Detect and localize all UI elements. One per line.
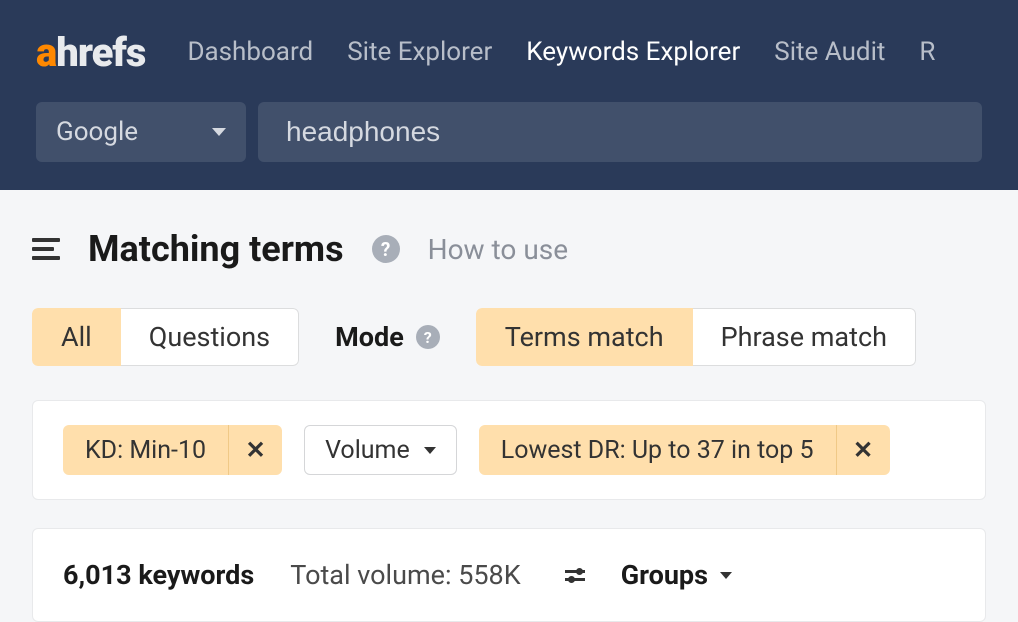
total-volume: Total volume: 558K	[290, 559, 520, 591]
title-row: Matching terms ? How to use	[32, 228, 986, 270]
filter-dr-remove[interactable]: ✕	[836, 425, 890, 475]
groups-label: Groups	[621, 559, 708, 591]
mode-segment: Terms match Phrase match	[476, 308, 916, 366]
filter-kd-remove[interactable]: ✕	[228, 425, 282, 475]
filters-panel: KD: Min-10 ✕ Volume Lowest DR: Up to 37 …	[32, 400, 986, 500]
chevron-down-icon	[424, 447, 436, 454]
keyword-input[interactable]	[258, 102, 982, 162]
sliders-icon[interactable]	[565, 570, 585, 581]
help-icon[interactable]: ?	[416, 325, 440, 349]
nav-site-explorer[interactable]: Site Explorer	[347, 37, 492, 67]
filter-chip-kd[interactable]: KD: Min-10 ✕	[63, 425, 282, 475]
scope-questions-button[interactable]: Questions	[121, 308, 299, 366]
logo[interactable]: ahrefs	[36, 29, 145, 76]
search-engine-select[interactable]: Google	[36, 102, 246, 162]
how-to-use-link[interactable]: How to use	[428, 233, 568, 266]
filter-chip-dr[interactable]: Lowest DR: Up to 37 in top 5 ✕	[479, 425, 890, 475]
scope-all-button[interactable]: All	[32, 308, 121, 366]
scope-segment: All Questions	[32, 308, 299, 366]
chevron-down-icon	[720, 572, 732, 579]
search-engine-value: Google	[56, 117, 138, 147]
nav-bar: ahrefs Dashboard Site Explorer Keywords …	[0, 0, 1018, 80]
filter-kd-label: KD: Min-10	[63, 436, 228, 465]
nav-dashboard[interactable]: Dashboard	[187, 37, 313, 67]
volume-label: Volume	[325, 436, 410, 465]
search-row: Google	[0, 80, 1018, 162]
app-header: ahrefs Dashboard Site Explorer Keywords …	[0, 0, 1018, 190]
help-icon[interactable]: ?	[372, 235, 400, 263]
volume-filter-select[interactable]: Volume	[304, 425, 457, 475]
nav-site-audit[interactable]: Site Audit	[774, 37, 885, 67]
chevron-down-icon	[212, 128, 226, 136]
page-title: Matching terms	[88, 228, 344, 270]
mode-terms-match-button[interactable]: Terms match	[476, 308, 693, 366]
logo-rest: hrefs	[56, 29, 145, 76]
close-icon: ✕	[246, 436, 266, 464]
keywords-count: 6,013 keywords	[63, 559, 254, 591]
groups-toggle[interactable]: Groups	[621, 559, 732, 591]
filter-dr-label: Lowest DR: Up to 37 in top 5	[479, 436, 836, 465]
mode-phrase-match-button[interactable]: Phrase match	[693, 308, 916, 366]
segment-row: All Questions Mode ? Terms match Phrase …	[32, 308, 986, 366]
close-icon: ✕	[853, 436, 873, 464]
main-content: Matching terms ? How to use All Question…	[0, 190, 1018, 622]
mode-label: Mode ?	[335, 321, 440, 353]
menu-icon[interactable]	[32, 238, 60, 260]
nav-cut[interactable]: R	[919, 37, 935, 67]
logo-letter-a: a	[36, 29, 56, 76]
nav-keywords-explorer[interactable]: Keywords Explorer	[526, 37, 740, 67]
